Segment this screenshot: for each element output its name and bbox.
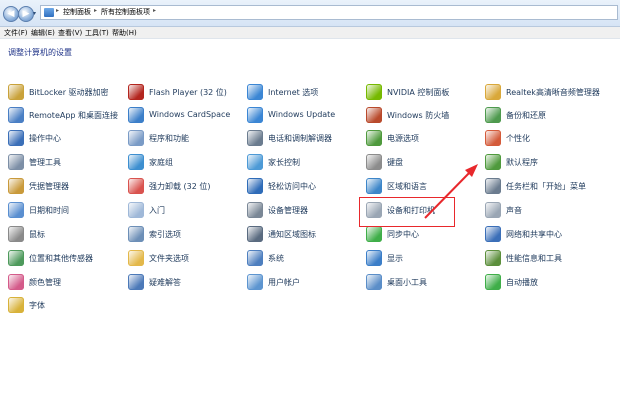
annotation-arrow — [424, 164, 478, 219]
